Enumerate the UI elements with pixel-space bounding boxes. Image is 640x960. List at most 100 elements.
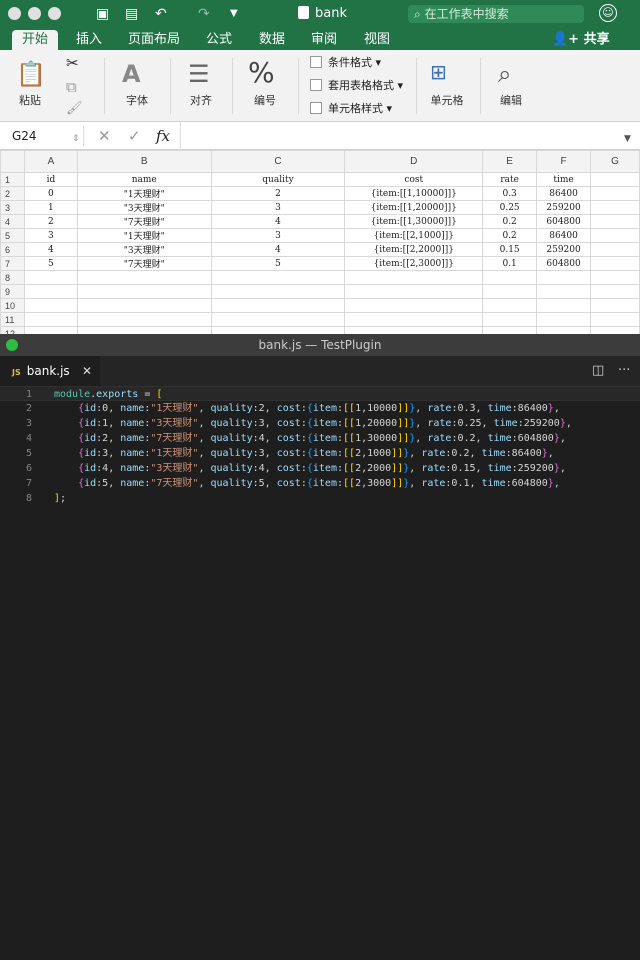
cancel-icon[interactable]: ✕ (98, 127, 111, 145)
cell[interactable]: 0.2 (482, 214, 538, 229)
cell[interactable]: "3天理财" (76, 242, 212, 257)
more-actions-icon[interactable]: ··· (618, 356, 630, 386)
zoom-window-button[interactable] (48, 7, 61, 20)
row-header[interactable]: 6 (0, 242, 25, 257)
cell[interactable]: 1 (23, 200, 78, 215)
column-header[interactable]: D (344, 150, 484, 173)
cell[interactable] (536, 326, 592, 334)
cell[interactable] (590, 326, 640, 334)
save-icon[interactable]: ▤ (125, 5, 138, 23)
expand-formula-icon[interactable]: ▼ (624, 130, 631, 148)
cell[interactable]: 86400 (536, 228, 592, 243)
tab-data[interactable]: 数据 (259, 31, 285, 48)
cell[interactable] (536, 284, 592, 299)
cell[interactable] (482, 312, 538, 327)
cell[interactable]: 0.3 (482, 186, 538, 201)
tab-home[interactable]: 开始 (12, 30, 59, 50)
cell[interactable]: 2 (23, 214, 78, 229)
cell[interactable] (210, 270, 346, 285)
column-header[interactable]: F (536, 150, 592, 173)
sheet-search-input[interactable]: ⌕ 在工作表中搜索 (408, 5, 584, 23)
cell[interactable] (482, 270, 538, 285)
cell[interactable] (210, 326, 346, 334)
tab-page-layout[interactable]: 页面布局 (128, 31, 180, 48)
cell-style-button[interactable]: 单元格样式 ▾ (310, 102, 392, 116)
code-line[interactable]: 3 {id:1, name:"3天理财", quality:3, cost:{i… (0, 416, 640, 431)
row-header[interactable]: 7 (0, 256, 25, 271)
code-line[interactable]: 5 {id:3, name:"1天理财", quality:3, cost:{i… (0, 446, 640, 461)
cell[interactable]: 4 (210, 214, 346, 229)
fx-icon[interactable]: fx (156, 127, 170, 145)
column-header[interactable]: A (23, 150, 78, 173)
cell[interactable]: rate (482, 172, 538, 187)
paste-button[interactable]: 📋 粘贴 (8, 50, 52, 122)
share-button[interactable]: 👤+ 共享 (552, 31, 610, 48)
code-line[interactable]: 4 {id:2, name:"7天理财", quality:4, cost:{i… (0, 431, 640, 446)
confirm-icon[interactable]: ✓ (128, 127, 141, 145)
cell[interactable]: 259200 (536, 200, 592, 215)
code-area[interactable]: 1 module.exports = [2 {id:0, name:"1天理财",… (0, 386, 640, 506)
cell[interactable] (23, 312, 78, 327)
column-header[interactable]: G (590, 150, 640, 173)
cell[interactable]: 604800 (536, 256, 592, 271)
code-line[interactable]: 2 {id:0, name:"1天理财", quality:2, cost:{i… (0, 401, 640, 416)
cell[interactable]: 2 (210, 186, 346, 201)
format-painter-icon[interactable]: 🖌 (66, 102, 83, 116)
cell[interactable] (76, 312, 212, 327)
cell[interactable]: time (536, 172, 592, 187)
row-header[interactable]: 2 (0, 186, 25, 201)
cell[interactable]: 0.25 (482, 200, 538, 215)
conditional-format-button[interactable]: 条件格式 ▾ (310, 56, 381, 70)
column-header[interactable]: B (76, 150, 212, 173)
cell[interactable]: quality (210, 172, 346, 187)
cell[interactable]: "1天理财" (76, 228, 212, 243)
cell[interactable]: cost (344, 172, 484, 187)
cell[interactable]: name (76, 172, 212, 187)
tab-formulas[interactable]: 公式 (206, 31, 232, 48)
table-format-button[interactable]: 套用表格格式 ▾ (310, 79, 403, 93)
cell[interactable]: {item:[[1,30000]]} (344, 214, 484, 229)
cell[interactable]: "7天理财" (76, 214, 212, 229)
cell[interactable] (590, 214, 640, 229)
name-box-stepper-icon[interactable]: ⇕ (72, 130, 80, 148)
cell[interactable] (482, 298, 538, 313)
cell[interactable] (76, 270, 212, 285)
cell[interactable] (590, 256, 640, 271)
sidebar-toggle-icon[interactable]: ▣ (96, 5, 109, 23)
cell[interactable]: 259200 (536, 242, 592, 257)
cell[interactable] (210, 284, 346, 299)
cell[interactable] (344, 284, 484, 299)
cell[interactable] (590, 242, 640, 257)
close-window-button[interactable] (8, 7, 21, 20)
row-header[interactable]: 9 (0, 284, 25, 299)
cell[interactable]: 4 (210, 242, 346, 257)
cell[interactable]: 5 (210, 256, 346, 271)
code-line[interactable]: 1 module.exports = [ (0, 386, 640, 401)
cell[interactable] (590, 312, 640, 327)
minimize-window-button[interactable] (28, 7, 41, 20)
cell[interactable] (482, 326, 538, 334)
close-tab-icon[interactable]: ✕ (82, 356, 92, 386)
cell[interactable] (23, 270, 78, 285)
cell[interactable]: 0.15 (482, 242, 538, 257)
cell[interactable] (210, 298, 346, 313)
tab-insert[interactable]: 插入 (76, 31, 102, 48)
feedback-smiley-icon[interactable]: ☺ (599, 4, 617, 22)
cell[interactable]: 3 (210, 228, 346, 243)
cells-button[interactable]: ⊞ 单元格 (422, 50, 472, 122)
cell[interactable] (76, 326, 212, 334)
cell[interactable] (590, 228, 640, 243)
cell[interactable]: {item:[[2,3000]]} (344, 256, 484, 271)
cell[interactable] (590, 200, 640, 215)
cell[interactable]: 3 (210, 200, 346, 215)
tab-bank-js[interactable]: JS bank.js ✕ (0, 356, 100, 386)
cell[interactable] (590, 186, 640, 201)
cell[interactable] (344, 270, 484, 285)
cell[interactable]: 0 (23, 186, 78, 201)
row-header[interactable]: 8 (0, 270, 25, 285)
number-button[interactable]: % 编号 (240, 50, 290, 122)
cell[interactable] (210, 312, 346, 327)
cell[interactable]: 604800 (536, 214, 592, 229)
cell[interactable]: "3天理财" (76, 200, 212, 215)
cell[interactable] (536, 312, 592, 327)
